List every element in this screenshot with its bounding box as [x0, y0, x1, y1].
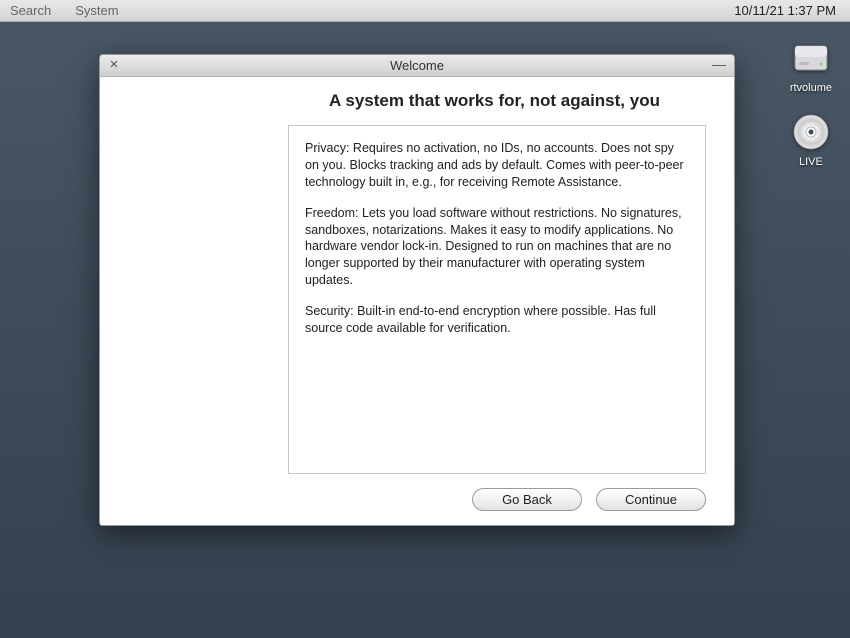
content-row: Privacy: Requires no activation, no IDs,…: [128, 125, 706, 474]
paragraph-security: Security: Built-in end-to-end encryption…: [305, 303, 689, 337]
button-row: Go Back Continue: [128, 474, 706, 511]
paragraph-freedom: Freedom: Lets you load software without …: [305, 205, 689, 289]
harddrive-icon: [791, 38, 831, 78]
menubar-datetime: 10/11/21 1:37 PM: [734, 3, 836, 18]
menu-search[interactable]: Search: [10, 3, 51, 18]
content-box: Privacy: Requires no activation, no IDs,…: [288, 125, 706, 474]
page-heading: A system that works for, not against, yo…: [283, 91, 706, 111]
window-title: Welcome: [100, 58, 734, 73]
titlebar[interactable]: ✕ Welcome —: [100, 55, 734, 77]
close-icon[interactable]: ✕: [108, 59, 120, 71]
desktop-live-icon[interactable]: LIVE: [791, 112, 831, 168]
desktop-disk-label: rtvolume: [790, 82, 832, 94]
paragraph-privacy: Privacy: Requires no activation, no IDs,…: [305, 140, 689, 191]
menu-system[interactable]: System: [75, 3, 118, 18]
go-back-button[interactable]: Go Back: [472, 488, 582, 511]
desktop-icons: rtvolume LIVE: [790, 38, 832, 168]
cd-icon: [791, 112, 831, 152]
continue-button[interactable]: Continue: [596, 488, 706, 511]
minimize-icon[interactable]: —: [712, 59, 724, 71]
left-spacer: [128, 125, 288, 474]
menubar: Search System 10/11/21 1:37 PM: [0, 0, 850, 22]
desktop-disk-icon[interactable]: rtvolume: [790, 38, 832, 94]
desktop-live-label: LIVE: [799, 156, 823, 168]
window-body: A system that works for, not against, yo…: [100, 77, 734, 525]
welcome-window: ✕ Welcome — A system that works for, not…: [99, 54, 735, 526]
